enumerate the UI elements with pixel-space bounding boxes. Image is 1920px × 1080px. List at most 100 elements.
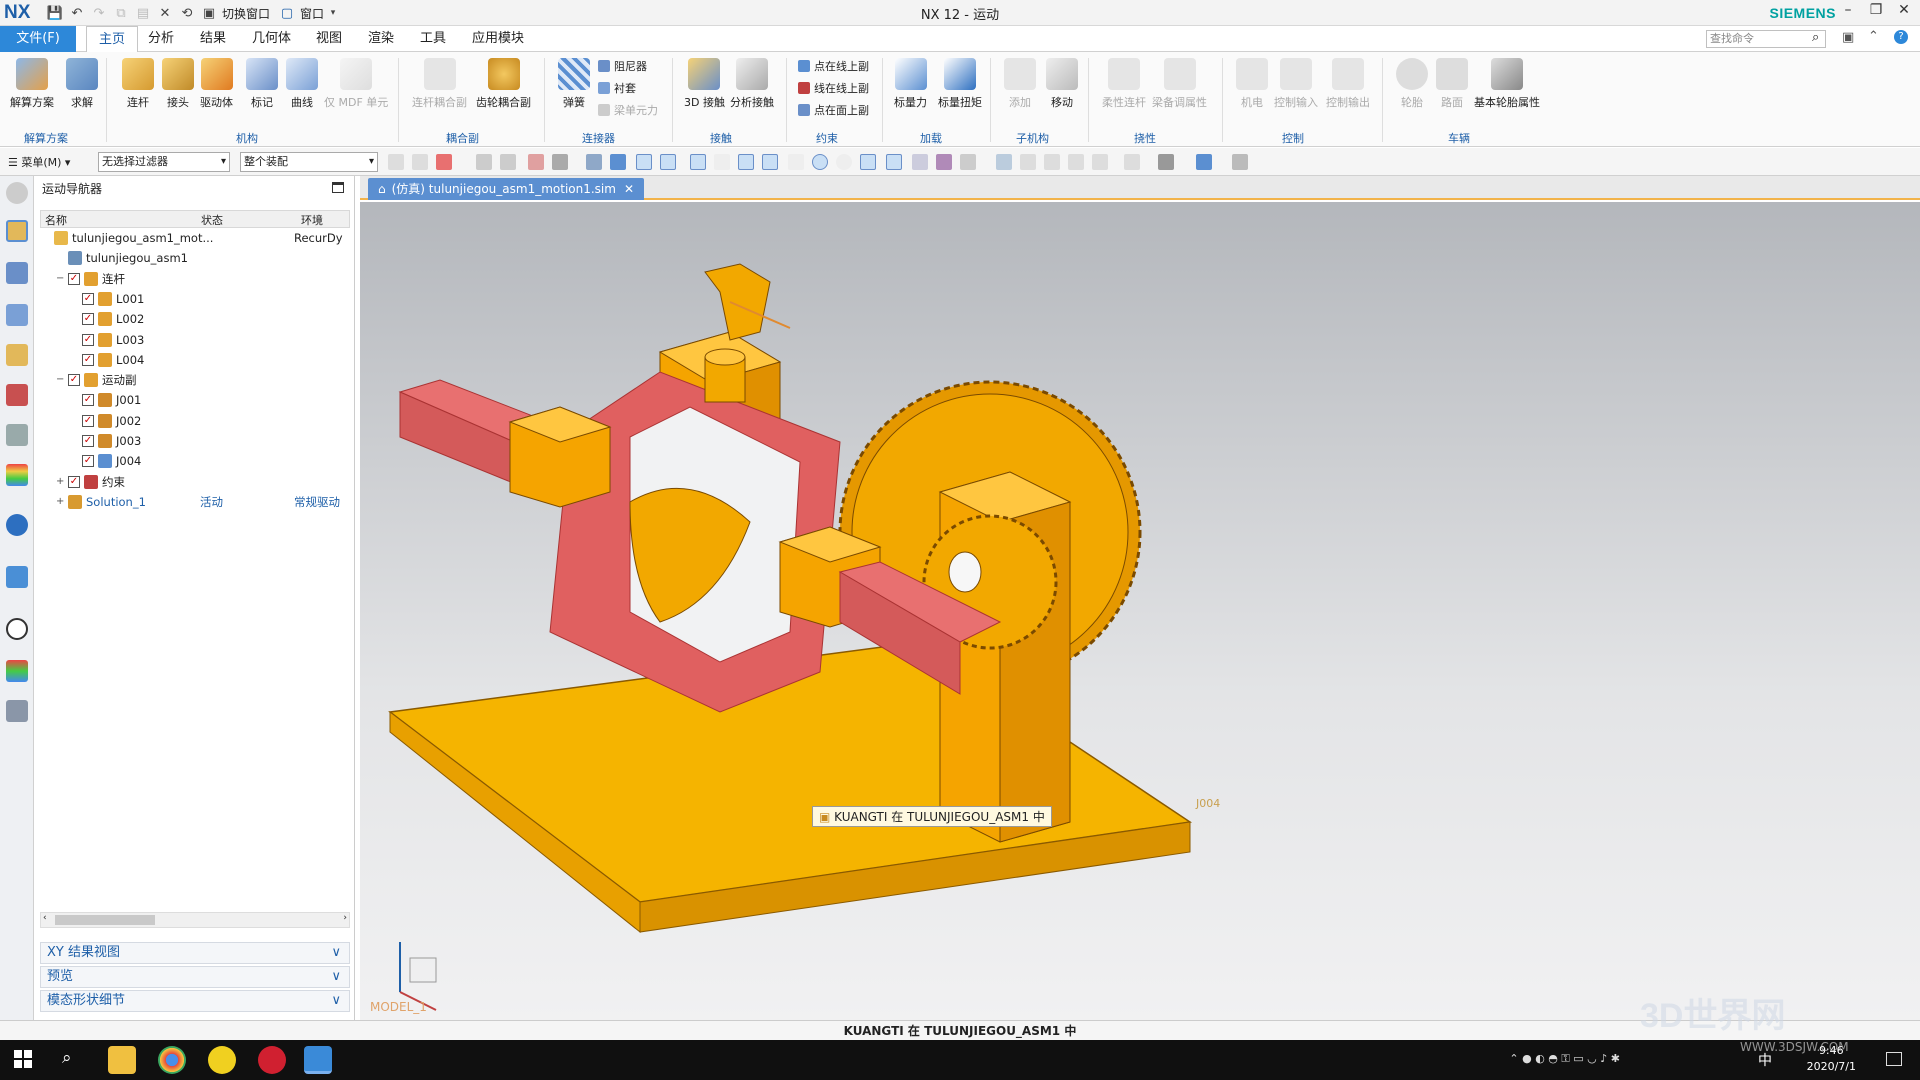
- minimize-button[interactable]: –: [1836, 2, 1860, 22]
- app-icon[interactable]: [208, 1046, 236, 1074]
- visibility-checkbox[interactable]: ✓: [68, 272, 80, 285]
- tab-application[interactable]: 应用模块: [460, 26, 536, 52]
- switch-window-icon[interactable]: ▣: [200, 4, 218, 22]
- point-on-curve-snap-icon[interactable]: [886, 154, 902, 170]
- point-on-face-icon[interactable]: [912, 154, 928, 170]
- edit-section-icon[interactable]: [1232, 154, 1248, 170]
- tree-row[interactable]: tulunjiegou_asm1: [40, 248, 350, 268]
- reuse-library-icon[interactable]: [6, 384, 28, 406]
- document-icon[interactable]: [6, 566, 28, 588]
- tree-row[interactable]: ✓ L004: [40, 350, 350, 370]
- redo-icon[interactable]: ↷: [90, 4, 108, 22]
- curve-on-curve-button[interactable]: 线在线上副: [798, 80, 869, 96]
- pan-icon[interactable]: [1068, 154, 1084, 170]
- driver-button[interactable]: 驱动体: [200, 58, 233, 110]
- flex-link-button[interactable]: 柔性连杆: [1102, 58, 1146, 110]
- search-icon[interactable]: ⌕: [62, 1048, 72, 1068]
- system-materials-icon[interactable]: [6, 660, 28, 682]
- mechanism-model[interactable]: [360, 202, 1920, 1020]
- visibility-checkbox[interactable]: ✓: [82, 455, 94, 468]
- spring-button[interactable]: 弹簧: [558, 58, 590, 110]
- graphics-viewport[interactable]: J004 ▣ KUANGTI 在 TULUNJIEGOU_ASM1 中 MODE…: [360, 202, 1920, 1020]
- mid-point-icon[interactable]: [690, 154, 706, 170]
- tree-row[interactable]: ✓ L003: [40, 330, 350, 350]
- tree-row[interactable]: ✓ J004: [40, 451, 350, 471]
- existing-point-icon[interactable]: [860, 154, 876, 170]
- shaded-icon[interactable]: [586, 154, 602, 170]
- window-icon[interactable]: ▢: [278, 4, 296, 22]
- snap-icon[interactable]: [388, 154, 404, 170]
- preview-panel[interactable]: 预览: [40, 966, 350, 988]
- settings-icon[interactable]: [6, 182, 28, 204]
- tree-row[interactable]: ✓ L002: [40, 309, 350, 329]
- visibility-checkbox[interactable]: ✓: [82, 313, 94, 326]
- expand-toggle-icon[interactable]: +: [56, 472, 64, 492]
- maximize-panel-icon[interactable]: [332, 182, 344, 193]
- visibility-checkbox[interactable]: ✓: [82, 414, 94, 427]
- switch-window-button[interactable]: 切换窗口: [222, 5, 270, 22]
- search-icon[interactable]: ⌕: [1812, 30, 1819, 45]
- visibility-checkbox[interactable]: ✓: [82, 435, 94, 447]
- 3d-contact-button[interactable]: 3D 接触: [684, 58, 725, 110]
- zoom-window-icon[interactable]: [1020, 154, 1036, 170]
- analysis-contact-button[interactable]: 分析接触: [730, 58, 774, 110]
- tree-row[interactable]: ✓ J002: [40, 411, 350, 431]
- joint-button[interactable]: 接头: [162, 58, 194, 110]
- point-on-surface-button[interactable]: 点在面上副: [798, 102, 869, 118]
- visibility-checkbox[interactable]: ✓: [68, 475, 80, 488]
- link-coupler-button[interactable]: 连杆耦合副: [412, 58, 467, 110]
- arc-center-icon[interactable]: [812, 154, 828, 170]
- scalar-force-button[interactable]: 标量力: [894, 58, 927, 110]
- window-menu-button[interactable]: 窗口: [300, 5, 324, 22]
- beam-property-button[interactable]: 梁备调属性: [1152, 58, 1207, 110]
- visibility-checkbox[interactable]: ✓: [82, 353, 94, 366]
- motion-navigator-icon[interactable]: [6, 220, 28, 242]
- help-icon[interactable]: ?: [1894, 30, 1908, 44]
- document-tab[interactable]: ⌂ (仿真) tulunjiegou_asm1_motion1.sim ✕: [368, 178, 645, 200]
- horizontal-scrollbar[interactable]: ‹ ›: [40, 912, 350, 928]
- visibility-checkbox[interactable]: ✓: [82, 292, 94, 305]
- snap-point-icon[interactable]: [636, 154, 652, 170]
- orient-view-icon[interactable]: [1092, 154, 1108, 170]
- column-status[interactable]: 状态: [201, 212, 223, 228]
- tree-row[interactable]: − ✓ 运动副: [40, 370, 350, 390]
- chevron-down-icon[interactable]: ▾: [324, 4, 342, 22]
- feature-select-icon[interactable]: [528, 154, 544, 170]
- curve-button[interactable]: 曲线: [286, 58, 318, 110]
- tray-icons[interactable]: ⌃ ● ◐ ◓ ⚿ ▭ ◡ ♪ ✱: [1509, 1052, 1620, 1066]
- undo-icon[interactable]: ↶: [68, 4, 86, 22]
- rotate-icon[interactable]: [1044, 154, 1060, 170]
- scroll-thumb[interactable]: [55, 915, 155, 925]
- restore-button[interactable]: ❐: [1864, 2, 1888, 22]
- quadrant-point-icon[interactable]: [836, 154, 852, 170]
- tab-geometry[interactable]: 几何体: [240, 26, 303, 52]
- windows-start-icon[interactable]: [14, 1050, 32, 1068]
- column-name[interactable]: 名称: [45, 212, 67, 228]
- tire-property-button[interactable]: 基本轮胎属性: [1474, 58, 1540, 110]
- visibility-checkbox[interactable]: ✓: [82, 333, 94, 346]
- select-similar-icon[interactable]: [412, 154, 428, 170]
- select-all-icon[interactable]: [500, 154, 516, 170]
- tree-row[interactable]: ✓ J001: [40, 390, 350, 410]
- constraint-navigator-icon[interactable]: [6, 304, 28, 326]
- tab-render[interactable]: 渲染: [356, 26, 406, 52]
- tree-row[interactable]: + Solution_1 活动 常规驱动: [40, 492, 350, 512]
- road-button[interactable]: 路面: [1436, 58, 1468, 110]
- fit-icon[interactable]: [996, 154, 1012, 170]
- beam-force-button[interactable]: 梁单元力: [598, 102, 658, 118]
- tab-analysis[interactable]: 分析: [136, 26, 186, 52]
- tire-button[interactable]: 轮胎: [1396, 58, 1428, 110]
- link-button[interactable]: 连杆: [122, 58, 154, 110]
- rectangle-select-icon[interactable]: [552, 154, 568, 170]
- visibility-checkbox[interactable]: ✓: [68, 374, 80, 387]
- tab-view[interactable]: 视图: [304, 26, 354, 52]
- save-icon[interactable]: 💾: [46, 4, 64, 22]
- history-clock-icon[interactable]: [6, 618, 28, 640]
- bushing-button[interactable]: 衬套: [598, 80, 636, 96]
- layer-icon[interactable]: [1124, 154, 1140, 170]
- mechatronics-button[interactable]: 机电: [1236, 58, 1268, 110]
- scalar-torque-button[interactable]: 标量扭矩: [938, 58, 982, 110]
- selection-intent-icon[interactable]: [436, 154, 452, 170]
- mdf-element-button[interactable]: 仅 MDF 单元: [324, 58, 388, 110]
- move-submech-button[interactable]: 移动: [1046, 58, 1078, 110]
